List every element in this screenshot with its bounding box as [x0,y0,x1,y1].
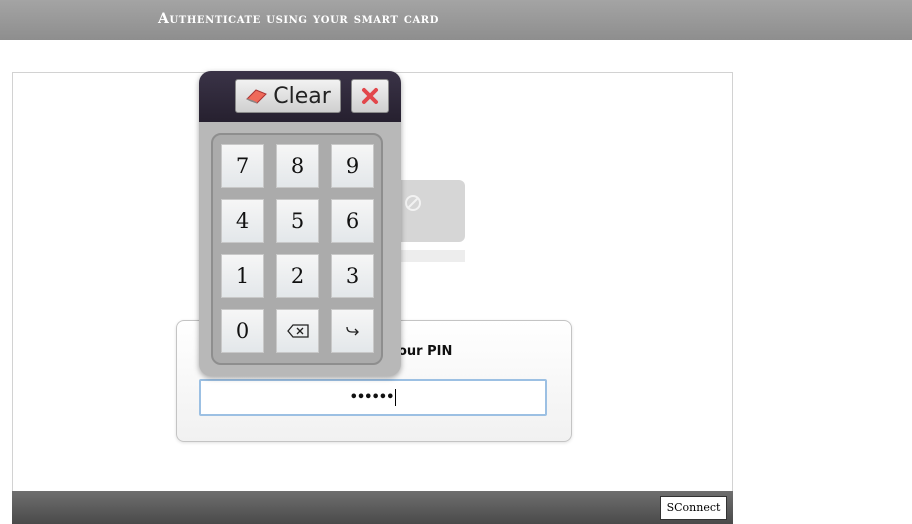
close-keypad-button[interactable] [351,79,389,113]
close-icon [362,88,378,104]
clear-button-label: Clear [273,83,331,109]
key-4[interactable]: 4 [221,199,264,243]
key-5[interactable]: 5 [276,199,319,243]
page-header: Authenticate using your smart card [0,0,912,40]
virtual-keypad: Clear 7 8 9 4 5 6 1 2 3 0 [199,71,401,376]
key-0[interactable]: 0 [221,309,264,353]
pin-label: our PIN [398,344,453,359]
sconnect-logo: SConnect [660,496,727,520]
key-8[interactable]: 8 [276,144,319,188]
pin-input[interactable]: •••••• [199,379,547,416]
key-6[interactable]: 6 [331,199,374,243]
backspace-icon [286,324,309,338]
key-1[interactable]: 1 [221,254,264,298]
text-caret [395,389,397,406]
key-7[interactable]: 7 [221,144,264,188]
enter-arrow-icon [345,326,359,336]
key-9[interactable]: 9 [331,144,374,188]
footer-bar [12,491,733,524]
clear-button[interactable]: Clear [235,79,341,113]
backspace-key[interactable] [276,309,319,353]
key-3[interactable]: 3 [331,254,374,298]
eraser-icon [246,89,268,104]
pin-masked-value: •••••• [349,390,395,405]
page-title: Authenticate using your smart card [158,11,439,27]
keypad-toolbar: Clear [199,71,401,122]
key-2[interactable]: 2 [276,254,319,298]
enter-key[interactable] [331,309,374,353]
keypad-keys: 7 8 9 4 5 6 1 2 3 0 [211,133,383,365]
